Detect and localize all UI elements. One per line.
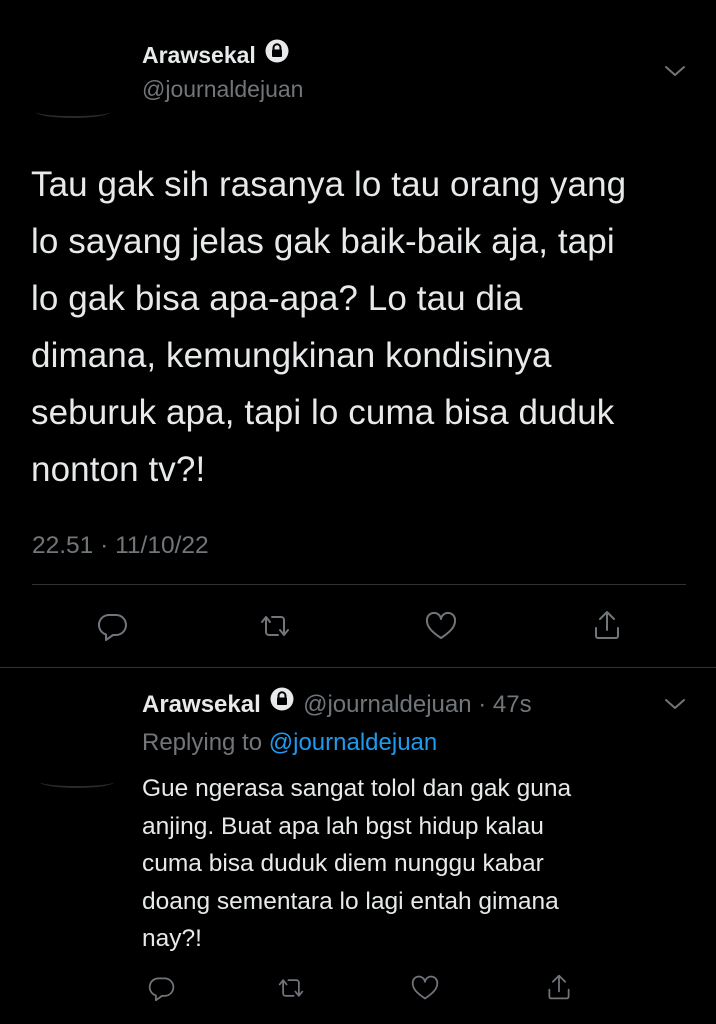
reply-author-row: Arawsekal @journaldejuan · 47s xyxy=(142,687,532,721)
tweet-line: dimana, kemungkinan kondisinya xyxy=(31,336,552,375)
lock-icon xyxy=(265,39,289,70)
tweet-separator xyxy=(0,667,716,668)
reply-line: doang sementara lo lagi entah gimana xyxy=(142,887,559,915)
retweet-button[interactable] xyxy=(252,606,298,646)
handle[interactable]: @journaldejuan xyxy=(142,74,303,104)
share-button[interactable] xyxy=(539,968,579,1006)
tweet-line: Tau gak sih rasanya lo tau orang yang xyxy=(31,165,627,204)
reply-line: Gue ngerasa sangat tolol dan gak guna xyxy=(142,775,572,802)
tweet-line: lo sayang jelas gak baik-baik aja, tapi xyxy=(31,222,615,261)
avatar[interactable] xyxy=(40,776,114,788)
tweet-text: Tau gak sih rasanya lo tau orang yang lo… xyxy=(31,156,701,498)
lock-icon xyxy=(270,687,294,720)
heart-icon xyxy=(411,975,439,1000)
display-name[interactable]: Arawsekal xyxy=(142,42,256,68)
retweet-icon xyxy=(278,979,304,997)
like-button[interactable] xyxy=(405,970,445,1006)
reply-button[interactable] xyxy=(142,970,182,1006)
timestamp[interactable]: 22.51 · 11/10/22 xyxy=(32,530,209,562)
author-row: Arawsekal xyxy=(142,39,289,70)
reply-icon xyxy=(97,613,127,641)
like-button[interactable] xyxy=(418,606,464,646)
tweet-line: seburuk apa, tapi lo cuma bisa duduk xyxy=(31,393,615,432)
reply-line: nay?! xyxy=(142,925,202,952)
replying-handle-link[interactable]: @journaldejuan xyxy=(269,729,437,756)
divider xyxy=(32,584,686,585)
avatar[interactable] xyxy=(36,106,110,118)
retweet-icon xyxy=(261,616,289,636)
tweet-line: lo gak bisa apa-apa? Lo tau dia xyxy=(31,279,523,318)
tweet-line: nonton tv?! xyxy=(31,450,206,489)
retweet-button[interactable] xyxy=(271,970,311,1006)
share-button[interactable] xyxy=(584,604,630,646)
reply-icon xyxy=(148,977,175,1002)
reply-time[interactable]: · 47s xyxy=(478,691,531,718)
reply-text: Gue ngerasa sangat tolol dan gak guna an… xyxy=(142,770,682,958)
heart-icon xyxy=(425,611,457,639)
chevron-down-icon[interactable] xyxy=(664,64,686,83)
replying-label: Replying to xyxy=(142,729,263,756)
handle[interactable]: @journaldejuan xyxy=(303,691,471,718)
reply-line: cuma bisa duduk diem nunggu kabar xyxy=(142,850,544,877)
share-icon xyxy=(548,974,570,1000)
chevron-down-icon[interactable] xyxy=(664,697,686,716)
share-icon xyxy=(595,611,619,639)
replying-to: Replying to @journaldejuan xyxy=(142,726,437,760)
display-name[interactable]: Arawsekal xyxy=(142,691,261,718)
reply-button[interactable] xyxy=(90,606,136,646)
reply-line: anjing. Buat apa lah bgst hidup kalau xyxy=(142,812,544,840)
